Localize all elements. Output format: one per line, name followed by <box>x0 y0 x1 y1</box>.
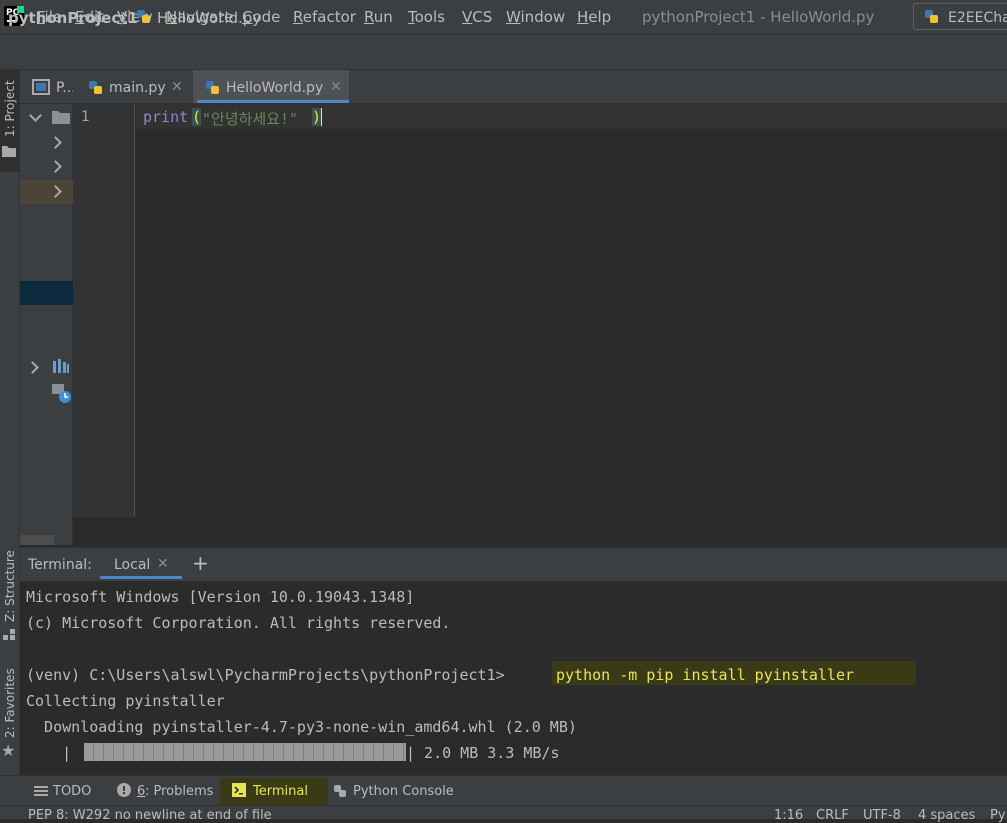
caret-position[interactable]: 1:16 <box>774 808 803 823</box>
code-paren-close[interactable]: ) <box>312 108 323 126</box>
download-progress-bar <box>84 743 406 761</box>
code-paren-open[interactable]: ( <box>192 108 202 126</box>
todo-list-icon <box>34 786 48 796</box>
file-encoding[interactable]: UTF-8 <box>863 808 901 823</box>
close-icon[interactable]: ✕ <box>330 79 342 95</box>
navigation-bar <box>0 34 1007 70</box>
problems-tool-button[interactable]: : Problems <box>145 784 213 799</box>
indent-setting[interactable]: 4 spaces <box>918 808 975 823</box>
favorites-tool-label[interactable]: 2: Favorites <box>3 668 17 738</box>
tab-helloworld-py[interactable]: HelloWorld.py ✕ <box>193 70 349 103</box>
problems-icon <box>117 783 131 797</box>
line-number: 1 <box>81 109 90 125</box>
terminal-prompt: (venv) C:\Users\alswl\PycharmProjects\py… <box>26 666 505 684</box>
editor-gutter <box>73 104 135 516</box>
terminal-title: Terminal: <box>28 557 92 573</box>
tab-label: HelloWorld.py <box>226 80 324 96</box>
star-icon: ★ <box>1 741 16 760</box>
project-panel <box>20 70 73 545</box>
python-console-icon <box>334 785 346 797</box>
window-title: pythonProject1 - HelloWorld.py <box>642 8 875 26</box>
terminal-line: (c) Microsoft Corporation. All rights re… <box>26 614 451 632</box>
menu-refactor[interactable]: Refactor <box>293 8 356 26</box>
terminal-tool-button[interactable]: Terminal <box>253 784 308 799</box>
terminal-tab-local[interactable]: Local <box>114 557 150 573</box>
menu-help[interactable]: Help <box>577 8 611 26</box>
breadcrumb-project[interactable]: pythonProject1 <box>8 9 138 27</box>
terminal-command: python -m pip install pyinstaller <box>556 666 855 684</box>
close-icon[interactable]: ✕ <box>157 556 169 572</box>
progress-right: | 2.0 MB 3.3 MB/s <box>406 744 560 762</box>
structure-tool-label[interactable]: Z: Structure <box>3 550 17 622</box>
breadcrumb-separator-icon: 〉 <box>120 10 136 28</box>
code-function[interactable]: print <box>143 108 188 126</box>
progress-left: | <box>26 744 72 762</box>
tab-label: main.py <box>109 80 166 96</box>
python-file-icon <box>206 81 219 94</box>
menu-vcs[interactable]: VCS <box>462 8 492 26</box>
structure-icon <box>3 629 15 640</box>
menu-run[interactable]: Run <box>364 8 393 26</box>
project-view-icon[interactable] <box>32 79 50 95</box>
terminal-line: Collecting pyinstaller <box>26 692 225 710</box>
line-separator[interactable]: CRLF <box>816 808 849 823</box>
python-console-tool-button[interactable]: Python Console <box>353 784 454 799</box>
interpreter-indicator[interactable]: Py <box>990 808 1006 823</box>
terminal-line: Downloading pyinstaller-4.7-py3-none-win… <box>26 718 577 736</box>
todo-tool-button[interactable]: TODO <box>53 784 91 799</box>
status-message[interactable]: PEP 8: W292 no newline at end of file <box>28 808 272 823</box>
editor-breadcrumb-area <box>73 516 1007 546</box>
python-file-icon <box>89 81 102 94</box>
active-tab-indicator <box>197 100 349 103</box>
python-file-icon <box>137 10 150 23</box>
menu-tools[interactable]: Tools <box>408 8 445 26</box>
add-terminal-icon[interactable]: + <box>192 551 209 575</box>
project-tool-label[interactable]: 1: Project <box>3 80 17 137</box>
project-tree-row-highlighted[interactable] <box>20 281 73 305</box>
menu-window[interactable]: Window <box>506 8 565 26</box>
external-libraries-icon <box>53 359 69 373</box>
folder-icon <box>52 111 70 124</box>
tab-main-py[interactable]: main.py ✕ <box>76 70 190 103</box>
close-icon[interactable]: ✕ <box>171 79 183 95</box>
terminal-line: Microsoft Windows [Version 10.0.19043.13… <box>26 588 415 606</box>
run-configuration-label: E2EECha <box>948 10 1007 26</box>
project-tree-row-selected[interactable] <box>20 180 73 204</box>
scratches-icon <box>52 384 71 403</box>
project-panel-scrollbar[interactable] <box>20 535 54 545</box>
active-terminal-tab-indicator <box>100 576 182 579</box>
folder-icon <box>2 146 16 157</box>
python-icon <box>925 10 938 23</box>
breadcrumb-file[interactable]: HelloWorld.py <box>157 9 261 27</box>
code-string[interactable]: "안녕하세요!" <box>202 108 298 129</box>
terminal-icon <box>232 783 246 797</box>
